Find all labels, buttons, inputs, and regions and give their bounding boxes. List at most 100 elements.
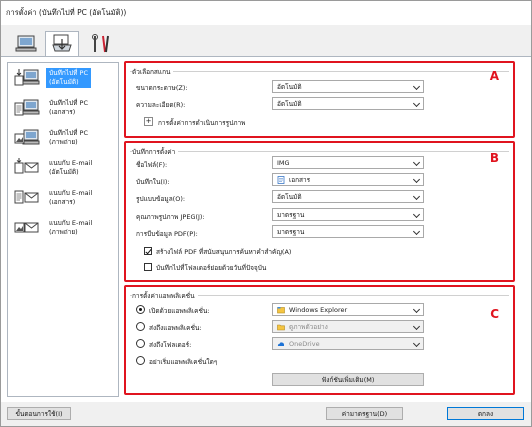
section-b-badge: B xyxy=(489,151,499,165)
application-settings-section: การตั้งค่าแอพพลิเคชั่น C เปิดด้วยแอพพลิเ… xyxy=(124,285,515,395)
sidebar-item-label: บันทึกไปที่ PC (อัตโนมัติ) xyxy=(46,68,91,88)
send-to-app-radio[interactable] xyxy=(136,322,145,331)
email-photo-icon xyxy=(14,217,40,239)
save-auto-icon xyxy=(14,67,40,89)
tools-icon xyxy=(92,34,109,53)
send-to-folder-label[interactable]: ส่งถึงโฟลเดอร์: xyxy=(149,340,191,350)
chevron-down-icon xyxy=(412,339,421,348)
chevron-down-icon xyxy=(412,305,421,314)
file-name-input[interactable]: IMG xyxy=(272,156,424,169)
send-to-app-value: ดูภาพตัวอย่าง xyxy=(289,322,328,331)
sidebar-item-label: แนบกับ E-mail (ภาพถ่าย) xyxy=(49,219,93,236)
folder-icon xyxy=(277,324,285,330)
paper-size-value: อัตโนมัติ xyxy=(277,82,302,91)
resolution-select[interactable]: อัตโนมัติ xyxy=(272,97,424,110)
tab-bar xyxy=(1,25,531,57)
document-folder-icon xyxy=(277,175,285,184)
chevron-down-icon xyxy=(412,158,421,167)
resolution-label: ความละเอียด(R): xyxy=(136,101,186,109)
scan-from-operation-panel-tab[interactable] xyxy=(45,31,79,57)
section-a-badge: A xyxy=(489,69,499,83)
jpeg-quality-value: มาตรฐาน xyxy=(277,210,305,219)
general-settings-tab[interactable] xyxy=(83,31,117,57)
save-in-label: บันทึกใน(I): xyxy=(136,178,170,186)
chevron-down-icon xyxy=(412,210,421,219)
data-format-value: อัตโนมัติ xyxy=(277,192,302,201)
jpeg-quality-label: คุณภาพรูปภาพ JPEG(J): xyxy=(136,213,205,221)
chevron-down-icon xyxy=(412,322,421,331)
jpeg-quality-select[interactable]: มาตรฐาน xyxy=(272,208,424,221)
sidebar-item-email-document[interactable]: แนบกับ E-mail (เอกสาร) xyxy=(14,187,114,215)
settings-window: การตั้งค่า (บันทึกไปที่ PC (อัตโนมัติ)) xyxy=(0,0,532,427)
save-in-select[interactable]: เอกสาร xyxy=(272,173,424,186)
sidebar-item-email-auto[interactable]: แนบกับ E-mail (อัตโนมัติ) xyxy=(14,157,114,185)
group-divider xyxy=(130,71,509,72)
email-auto-icon xyxy=(14,157,40,179)
file-name-label: ชื่อไฟล์(F): xyxy=(136,161,168,169)
pdf-compression-label: การบีบข้อมูล PDF(P): xyxy=(136,230,198,238)
file-name-value: IMG xyxy=(277,158,290,167)
sidebar-item-label: บันทึกไปที่ PC (ภาพถ่าย) xyxy=(49,129,88,146)
no-app-label[interactable]: อย่าเริ่มแอพพลิเคชั่นใดๆ xyxy=(149,357,217,367)
send-to-folder-value: OneDrive xyxy=(289,339,320,348)
onedrive-icon xyxy=(277,341,285,346)
section-c-badge: C xyxy=(490,307,499,321)
sidebar-item-save-document[interactable]: บันทึกไปที่ PC (เอกสาร) xyxy=(14,97,114,125)
chevron-down-icon xyxy=(412,192,421,201)
chevron-down-icon xyxy=(412,227,421,236)
chevron-down-icon xyxy=(412,82,421,91)
scan-from-computer-tab[interactable] xyxy=(9,31,43,57)
defaults-button[interactable]: ค่ามาตรฐาน(D) xyxy=(326,407,403,420)
instructions-button[interactable]: ขั้นตอนการใช้(I) xyxy=(7,407,71,420)
save-in-value: เอกสาร xyxy=(289,175,311,184)
send-to-app-select[interactable]: ดูภาพตัวอย่าง xyxy=(272,320,424,333)
expand-image-processing-button[interactable]: + xyxy=(144,117,153,126)
save-settings-section: บันทึกการตั้งค่า B ชื่อไฟล์(F): IMG บันท… xyxy=(124,141,515,282)
scan-options-section: ตัวเลือกสแกน A ขนาดกระดาษ(Z): อัตโนมัติ … xyxy=(124,61,515,138)
scan-options-title: ตัวเลือกสแกน xyxy=(132,67,174,77)
sidebar-item-email-photo[interactable]: แนบกับ E-mail (ภาพถ่าย) xyxy=(14,217,114,245)
no-app-radio[interactable] xyxy=(136,356,145,365)
sidebar-item-label: บันทึกไปที่ PC (เอกสาร) xyxy=(49,99,88,116)
explorer-icon xyxy=(277,306,285,313)
open-with-app-radio[interactable] xyxy=(136,305,145,314)
paper-size-label: ขนาดกระดาษ(Z): xyxy=(136,84,188,92)
sidebar-item-label: แนบกับ E-mail (เอกสาร) xyxy=(49,189,93,206)
open-with-app-label[interactable]: เปิดด้วยแอพพลิเคชั่น: xyxy=(149,306,210,316)
scanner-icon xyxy=(52,34,72,52)
more-functions-button[interactable]: ฟังก์ชันเพิ่มเติม(M) xyxy=(272,373,424,386)
group-divider xyxy=(130,151,509,152)
application-settings-title: การตั้งค่าแอพพลิเคชั่น xyxy=(132,291,198,301)
bottom-bar: ขั้นตอนการใช้(I) ค่ามาตรฐาน(D) ตกลง xyxy=(1,402,531,426)
open-with-app-select[interactable]: Windows Explorer xyxy=(272,303,424,316)
computer-icon xyxy=(15,35,37,52)
sidebar-item-save-auto[interactable]: บันทึกไปที่ PC (อัตโนมัติ) xyxy=(14,67,114,95)
send-to-folder-select[interactable]: OneDrive xyxy=(272,337,424,350)
save-settings-title: บันทึกการตั้งค่า xyxy=(132,147,179,157)
save-document-icon xyxy=(14,97,40,119)
chevron-down-icon xyxy=(412,175,421,184)
send-to-app-label[interactable]: ส่งถึงแอพพลิเคชั่น: xyxy=(149,323,202,333)
image-processing-label[interactable]: การตั้งค่าการดำเนินการรูปภาพ xyxy=(158,118,245,128)
keyword-pdf-label[interactable]: สร้างไฟล์ PDF ที่สนับสนุนการค้นหาคำสำคัญ… xyxy=(156,247,291,257)
resolution-value: อัตโนมัติ xyxy=(277,99,302,108)
subfolder-date-checkbox[interactable] xyxy=(144,263,152,271)
data-format-label: รูปแบบข้อมูล(O): xyxy=(136,195,186,203)
subfolder-date-label[interactable]: บันทึกไปที่โฟลเดอร์ย่อยด้วยวันที่ปัจจุบั… xyxy=(156,263,266,273)
email-document-icon xyxy=(14,187,40,209)
paper-size-select[interactable]: อัตโนมัติ xyxy=(272,80,424,93)
pdf-compression-value: มาตรฐาน xyxy=(277,227,305,236)
ok-button[interactable]: ตกลง xyxy=(447,407,524,420)
sidebar: บันทึกไปที่ PC (อัตโนมัติ) บันทึกไปที่ P… xyxy=(7,62,119,397)
data-format-select[interactable]: อัตโนมัติ xyxy=(272,190,424,203)
send-to-folder-radio[interactable] xyxy=(136,339,145,348)
keyword-pdf-checkbox[interactable] xyxy=(144,247,152,255)
window-title: การตั้งค่า (บันทึกไปที่ PC (อัตโนมัติ)) xyxy=(6,8,127,17)
open-with-app-value: Windows Explorer xyxy=(289,305,348,314)
pdf-compression-select[interactable]: มาตรฐาน xyxy=(272,225,424,238)
save-photo-icon xyxy=(14,127,40,149)
chevron-down-icon xyxy=(412,99,421,108)
title-bar: การตั้งค่า (บันทึกไปที่ PC (อัตโนมัติ)) xyxy=(1,1,531,25)
sidebar-item-label: แนบกับ E-mail (อัตโนมัติ) xyxy=(49,159,93,176)
sidebar-item-save-photo[interactable]: บันทึกไปที่ PC (ภาพถ่าย) xyxy=(14,127,114,155)
